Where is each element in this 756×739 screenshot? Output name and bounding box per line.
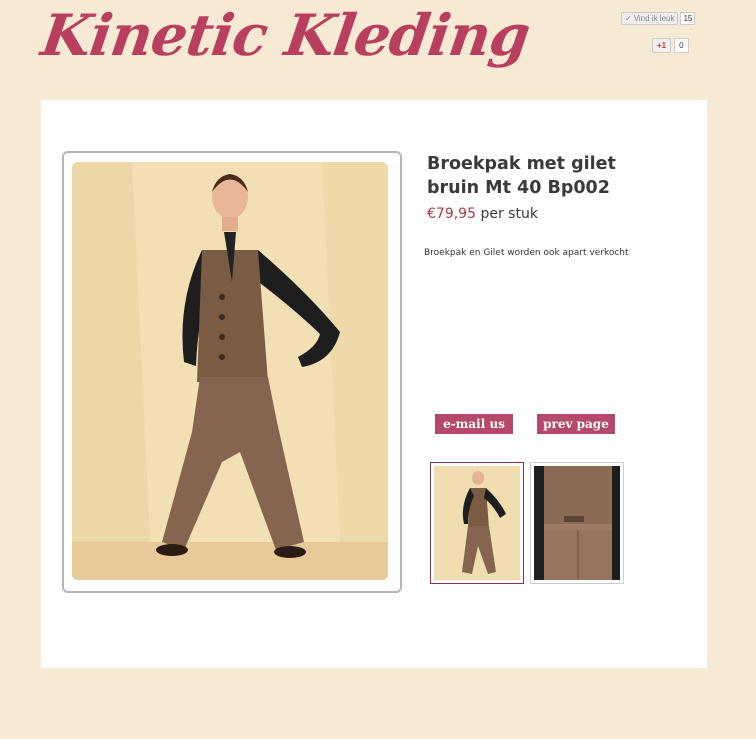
facebook-like-button[interactable]: ✓ Vind ik leuk xyxy=(621,12,679,25)
email-us-button[interactable]: e-mail us xyxy=(435,414,513,434)
google-plus-widget[interactable]: +1 0 xyxy=(652,38,689,53)
google-plus-button[interactable]: +1 xyxy=(652,38,672,53)
thumbs-up-icon: ✓ xyxy=(625,14,632,23)
product-title: Broekpak met gilet bruin Mt 40 Bp002 xyxy=(427,154,616,198)
thumbnail-image-2 xyxy=(534,466,620,580)
facebook-like-label: Vind ik leuk xyxy=(633,14,675,23)
product-thumbnail-2[interactable] xyxy=(530,462,624,584)
price-line: €79,95 per stuk xyxy=(427,206,538,222)
product-thumbnail-1[interactable] xyxy=(430,462,524,584)
facebook-like-widget[interactable]: ✓ Vind ik leuk 15 xyxy=(621,12,696,25)
prev-page-button[interactable]: prev page xyxy=(537,414,615,434)
thumbnail-image-1 xyxy=(434,466,520,580)
facebook-like-count: 15 xyxy=(680,12,696,25)
google-plus-label: +1 xyxy=(657,41,667,50)
product-description: Broekpak en Gilet worden ook apart verko… xyxy=(424,248,629,258)
main-product-photo[interactable] xyxy=(72,162,388,580)
product-price: €79,95 xyxy=(427,206,476,222)
google-plus-count: 0 xyxy=(674,38,689,53)
price-unit: per stuk xyxy=(480,206,538,222)
site-logo[interactable]: Kinetic Kleding xyxy=(37,2,533,69)
